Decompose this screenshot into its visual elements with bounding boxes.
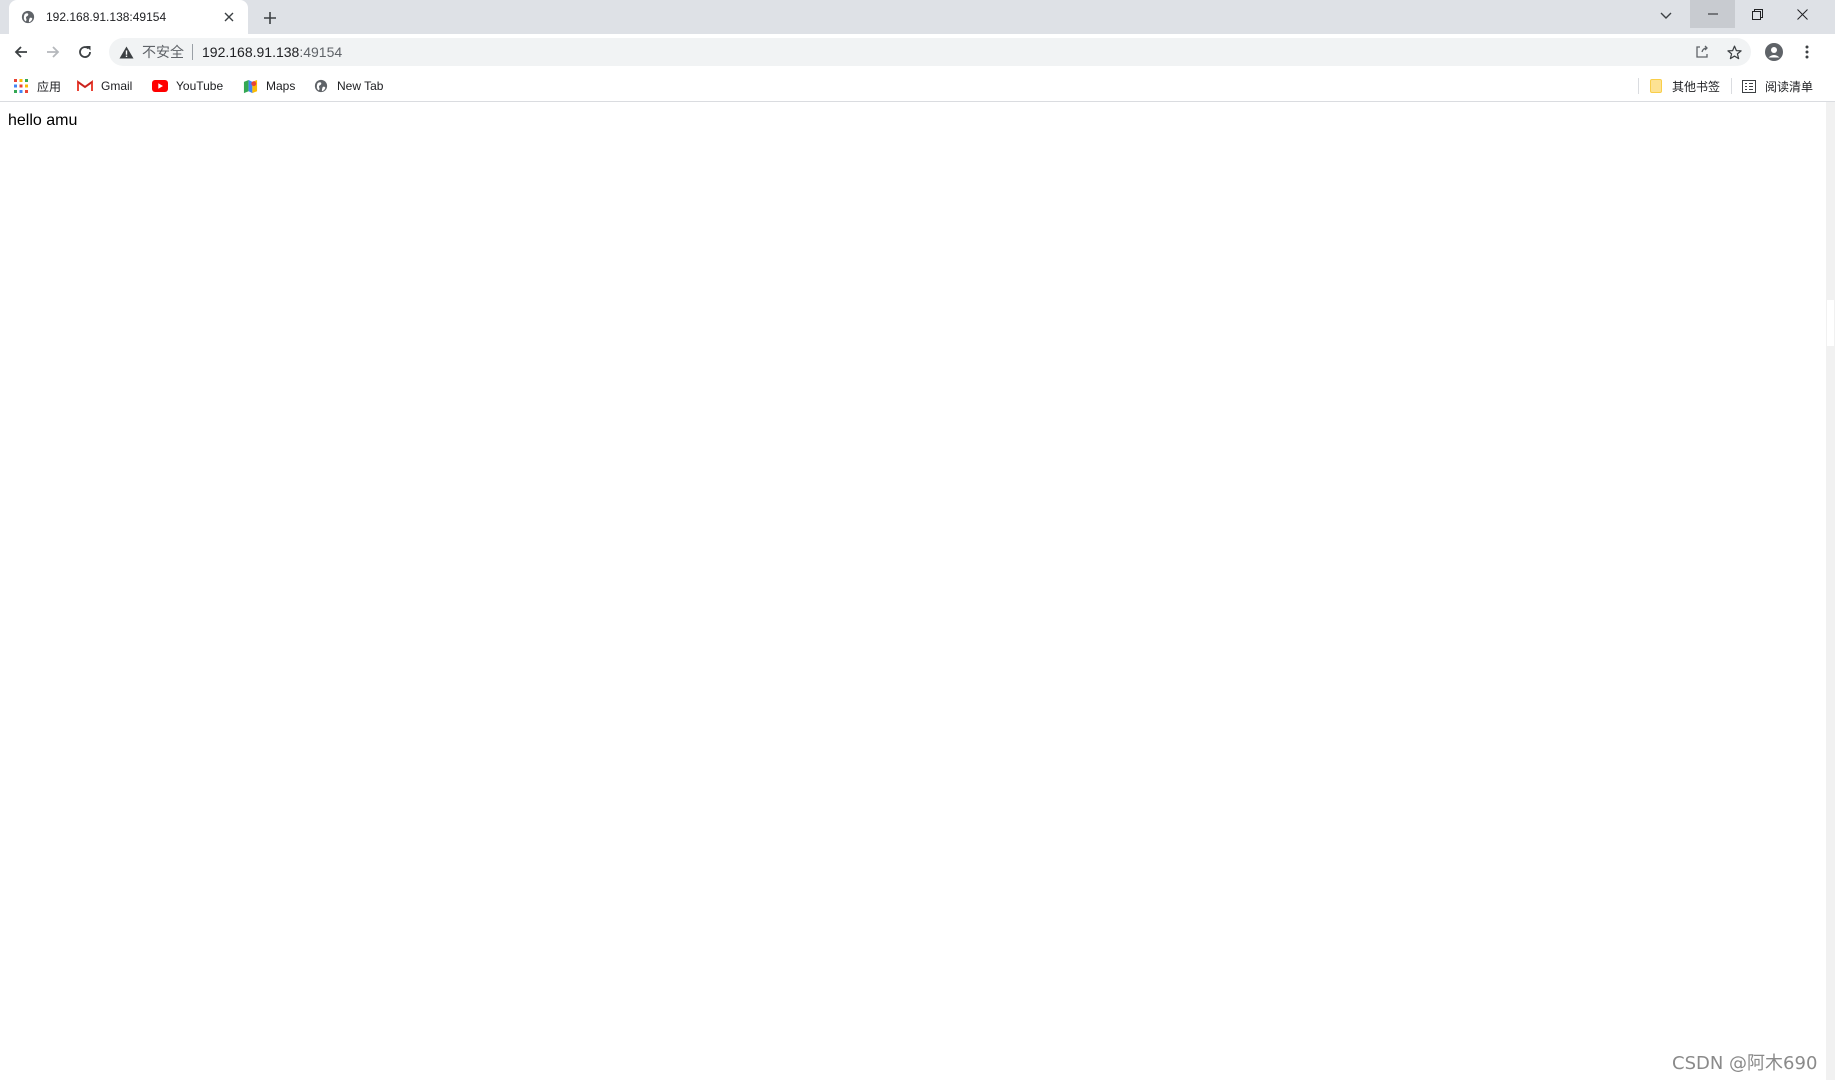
url-host: 192.168.91.138 [202,44,300,60]
bookmark-label: 应用 [37,79,62,94]
more-vert-icon [1805,45,1809,59]
bookmark-label: New Tab [337,79,384,93]
page-body-text: hello amu [8,112,78,129]
profile-button[interactable] [1762,40,1786,64]
url-port: :49154 [299,44,343,60]
tab-search-button[interactable] [1654,4,1678,28]
browser-tab-active[interactable]: 192.168.91.138:49154 [9,0,248,34]
security-status-label[interactable]: 不安全 [142,42,184,62]
address-separator [192,44,193,60]
maps-icon [242,78,258,94]
bookmark-label: YouTube [176,79,224,93]
star-icon [1726,45,1742,59]
restore-button[interactable] [1735,0,1780,28]
vertical-scrollbar[interactable] [1826,102,1835,1080]
close-window-button[interactable] [1780,0,1825,28]
chevron-down-icon [1660,12,1672,19]
globe-icon [313,78,329,94]
arrow-left-icon [14,46,27,58]
bookmarks-divider [1731,78,1732,94]
bookmarks-divider [1638,78,1639,94]
close-tab-icon[interactable] [220,8,238,26]
forward-button[interactable] [41,40,65,64]
bookmarks-bar: 应用 Gmail YouTube Maps New Tab 其他书签 阅读清单 [0,70,1835,102]
bookmark-label: Gmail [101,79,133,93]
minimize-icon [1707,13,1718,15]
warning-triangle-icon[interactable] [118,44,134,60]
watermark: CSDN @阿木690 [1672,1053,1818,1074]
share-icon [1696,45,1708,58]
browser-menu-button[interactable] [1795,40,1819,64]
new-tab-button[interactable] [258,6,282,30]
address-bar[interactable]: 不安全 192.168.91.138:49154 [109,38,1751,66]
apps-grid-icon [13,78,29,94]
page-viewport: hello amu [0,102,1826,1080]
reload-icon [79,46,91,58]
bookmark-apps[interactable]: 应用 [13,75,61,97]
arrow-right-icon [47,46,60,58]
bookmark-label: 其他书签 [1672,79,1721,94]
reload-button[interactable] [73,40,97,64]
scrollbar-thumb[interactable] [1827,300,1834,346]
bookmark-new-tab[interactable]: New Tab [313,75,383,97]
tab-strip: 192.168.91.138:49154 [0,0,1835,34]
gmail-icon [77,78,93,94]
share-button[interactable] [1690,40,1714,64]
bookmark-star-button[interactable] [1722,40,1746,64]
reading-list-icon [1741,78,1757,94]
plus-icon [264,12,276,24]
bookmark-label: 阅读清单 [1765,79,1814,94]
other-bookmarks-folder[interactable]: 其他书签 [1648,75,1720,97]
minimize-button[interactable] [1690,0,1735,28]
browser-toolbar: 不安全 192.168.91.138:49154 [0,34,1835,70]
youtube-icon [152,78,168,94]
tab-title: 192.168.91.138:49154 [46,10,167,24]
back-button[interactable] [9,40,33,64]
folder-icon [1648,78,1664,94]
bookmark-gmail[interactable]: Gmail [77,75,132,97]
bookmark-maps[interactable]: Maps [242,75,295,97]
restore-icon [1752,8,1763,20]
avatar-icon [1765,43,1783,61]
globe-icon [20,9,36,25]
close-icon [1797,8,1808,20]
reading-list-button[interactable]: 阅读清单 [1741,75,1813,97]
bookmark-label: Maps [266,79,296,93]
bookmark-youtube[interactable]: YouTube [152,75,223,97]
